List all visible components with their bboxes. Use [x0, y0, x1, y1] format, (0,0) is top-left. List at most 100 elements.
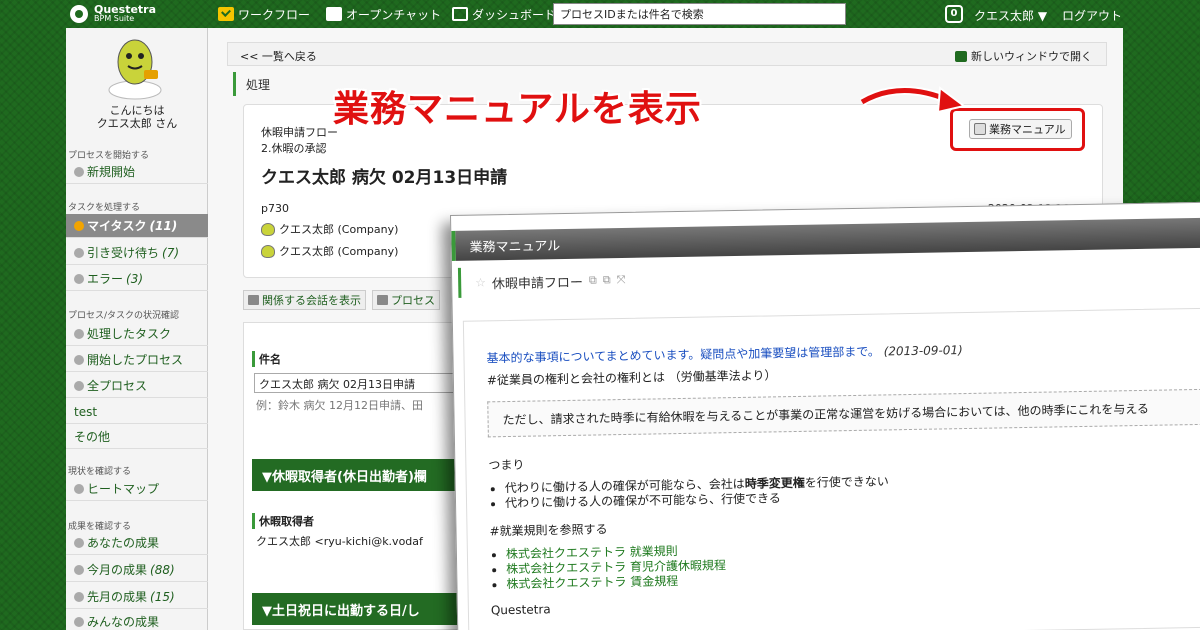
- greeting-username: クエス太郎 さん: [96, 117, 178, 130]
- heatmap-icon: [74, 483, 84, 494]
- sidebar-item-all-processes[interactable]: 全プロセス: [66, 374, 208, 398]
- error-label: エラー: [87, 272, 124, 286]
- annotation-callout: 業務マニュアルを表示: [333, 89, 702, 130]
- month-results-label: 今月の成果: [87, 563, 148, 577]
- wait-icon: [74, 247, 84, 258]
- case-title: クエス太郎 病欠 02月13日申請: [261, 168, 508, 188]
- business-manual-button[interactable]: 業務マニュアル: [969, 119, 1072, 139]
- sidebar: こんにちは クエス太郎 さん プロセスを開始する 新規開始 タスクを処理する マ…: [66, 28, 208, 630]
- person-name: クエス太郎 (Company): [279, 245, 399, 258]
- questetra-logo[interactable]: Questetra BPM Suite: [70, 3, 180, 25]
- manual-intro: 基本的な事項についてまとめています。疑問点や加筆要望は管理部まで。 (2013-…: [486, 341, 963, 366]
- show-related-chat-button[interactable]: 関係する会話を表示: [243, 290, 366, 310]
- flow-tool-icon[interactable]: ⧉: [589, 273, 597, 287]
- sidebar-item-processed-tasks[interactable]: 処理したタスク: [66, 322, 208, 346]
- my-task-icon: [74, 220, 84, 231]
- wait-label: 引き受け待ち: [87, 246, 160, 260]
- process-search-input[interactable]: [553, 3, 846, 25]
- process-id: p730: [261, 202, 289, 215]
- logout-link[interactable]: ログアウト: [1062, 7, 1122, 24]
- childcare-rules-link[interactable]: 株式会社クエステトラ 育児介護休暇規程: [506, 558, 726, 576]
- manual-footer: Questetra: [490, 602, 551, 618]
- sidebar-item-started-processes[interactable]: 開始したプロセス: [66, 348, 208, 372]
- all-processes-label: 全プロセス: [87, 379, 148, 393]
- menu-open-chat[interactable]: オープンチャット: [326, 5, 441, 23]
- all-processes-icon: [74, 380, 84, 391]
- new-start-label: 新規開始: [87, 165, 136, 179]
- logo-subtext: BPM Suite: [94, 14, 135, 23]
- sidebar-item-error[interactable]: エラー (3): [66, 267, 208, 291]
- manual-button-label: 業務マニュアル: [989, 123, 1066, 136]
- manual-intro-text: 基本的な事項についてまとめています。疑問点や加筆要望は管理部まで。: [486, 344, 880, 366]
- sidebar-item-test[interactable]: test: [66, 400, 208, 424]
- menu-dashboard[interactable]: ダッシュボード: [452, 5, 556, 23]
- menu-workflow-label: ワークフロー: [238, 7, 311, 22]
- flow-name: 休暇申請フロー: [261, 126, 338, 139]
- person-row: クエス太郎 (Company): [261, 221, 398, 237]
- flow-tool-icon[interactable]: ⧉: [603, 273, 611, 287]
- process-button-label: プロセス: [391, 294, 435, 307]
- open-new-window-button[interactable]: 新しいウィンドウで開く: [955, 48, 1092, 64]
- menu-dashboard-label: ダッシュボード: [472, 7, 557, 22]
- menu-workflow[interactable]: ワークフロー: [218, 5, 310, 23]
- bar-chart-icon: [74, 564, 84, 575]
- bar-chart-icon: [74, 591, 84, 602]
- task-count-badge[interactable]: 0: [945, 5, 963, 23]
- manual-tsumari: つまり: [488, 457, 525, 473]
- manual-content: 基本的な事項についてまとめています。疑問点や加筆要望は管理部まで。 (2013-…: [462, 307, 1200, 630]
- my-task-count: (11): [149, 218, 178, 233]
- last-month-results-label: 先月の成果: [87, 590, 148, 604]
- workflow-icon: [218, 7, 234, 21]
- sidebar-item-other[interactable]: その他: [66, 425, 208, 449]
- sidebar-item-month-results[interactable]: 今月の成果 (88): [66, 558, 208, 582]
- subject-label: 件名: [252, 351, 281, 367]
- user-icon: [261, 222, 275, 236]
- sidebar-item-heatmap[interactable]: ヒートマップ: [66, 477, 208, 501]
- back-bar: << 一覧へ戻る 新しいウィンドウで開く: [227, 42, 1107, 66]
- wait-count: (7): [162, 245, 180, 260]
- flow-tool-icon[interactable]: ⤧: [617, 273, 626, 287]
- bar-chart-icon: [74, 616, 84, 627]
- applicant-value: クエス太郎 <ryu-kichi@k.vodaf: [256, 535, 423, 548]
- manual-links: 株式会社クエステトラ 就業規則 株式会社クエステトラ 育児介護休暇規程 株式会社…: [506, 543, 727, 592]
- user-menu[interactable]: クエス太郎 ▼: [974, 7, 1047, 24]
- sidebar-item-my-task[interactable]: マイタスク (11): [66, 214, 208, 238]
- business-manual-popup: 業務マニュアル ☆ 休暇申請フロー ⧉ ⧉ ⤧ 基本的な事項についてまとめていま…: [450, 201, 1200, 630]
- sidebar-item-your-results[interactable]: あなたの成果: [66, 531, 208, 555]
- processed-tasks-label: 処理したタスク: [87, 327, 172, 341]
- sidebar-item-wait[interactable]: 引き受け待ち (7): [66, 241, 208, 265]
- manual-quote: ただし、請求された時季に有給休暇を与えることが事業の正常な運営を妨げる場合におい…: [487, 388, 1200, 438]
- error-count: (3): [126, 271, 144, 286]
- applicant-label: 休暇取得者: [252, 513, 314, 529]
- test-label: test: [74, 404, 98, 419]
- manual-button-highlight: 業務マニュアル: [950, 108, 1085, 151]
- person-name: クエス太郎 (Company): [279, 223, 399, 236]
- started-processes-icon: [74, 354, 84, 365]
- chat-icon: [326, 7, 342, 21]
- greeting-line1: こんにちは: [109, 104, 165, 117]
- menu-open-chat-label: オープンチャット: [346, 7, 442, 22]
- logo-icon: [70, 5, 88, 23]
- star-icon[interactable]: ☆: [475, 275, 486, 289]
- manual-heading-rules: #就業規則を参照する: [489, 522, 608, 539]
- new-window-label: 新しいウィンドウで開く: [971, 50, 1092, 63]
- started-processes-label: 開始したプロセス: [87, 353, 184, 367]
- back-to-list-link[interactable]: << 一覧へ戻る: [240, 48, 317, 64]
- sidebar-item-all-results[interactable]: みんなの成果: [66, 610, 208, 630]
- list-item: 株式会社クエステトラ 賃金規程: [506, 573, 726, 592]
- wage-rules-link[interactable]: 株式会社クエステトラ 賃金規程: [506, 574, 678, 591]
- related-chat-label: 関係する会話を表示: [262, 294, 361, 307]
- last-month-results-count: (15): [150, 589, 175, 604]
- bar-chart-icon: [74, 537, 84, 548]
- sidebar-item-last-month-results[interactable]: 先月の成果 (15): [66, 585, 208, 609]
- manual-intro-date: (2013-09-01): [883, 343, 963, 359]
- sidebar-item-new-start[interactable]: 新規開始: [66, 160, 208, 184]
- person-row: クエス太郎 (Company): [261, 243, 398, 259]
- new-start-icon: [74, 166, 84, 177]
- process-button[interactable]: プロセス: [372, 290, 440, 310]
- your-results-label: あなたの成果: [87, 536, 160, 550]
- arrow-icon: [860, 86, 967, 114]
- section-current-status: 現状を確認する: [68, 467, 132, 477]
- popup-subtitle-bar: ☆ 休暇申請フロー ⧉ ⧉ ⤧: [457, 264, 640, 298]
- bullet-bold: 時季変更権: [744, 475, 805, 491]
